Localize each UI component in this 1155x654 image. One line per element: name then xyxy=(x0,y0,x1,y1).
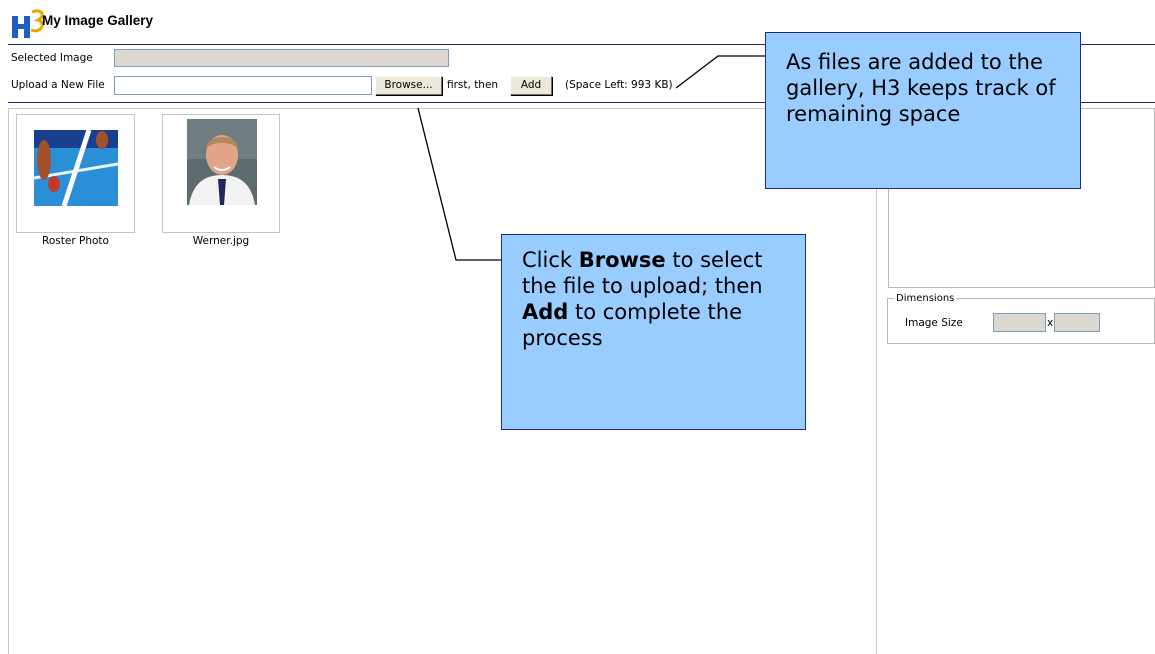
selected-image-label: Selected Image xyxy=(11,52,93,64)
gallery-item-caption: Werner.jpg xyxy=(192,235,250,247)
space-callout: As files are added to the gallery, H3 ke… xyxy=(765,32,1081,189)
gallery-item[interactable] xyxy=(162,114,280,233)
dimensions-legend: Dimensions xyxy=(894,293,957,304)
image-size-label: Image Size xyxy=(905,317,963,329)
page-title: My Image Gallery xyxy=(42,13,154,28)
add-callout-bold: Add xyxy=(522,300,569,324)
add-button[interactable]: Add xyxy=(510,76,552,95)
selected-image-field[interactable] xyxy=(114,49,449,67)
gallery-item-caption: Roster Photo xyxy=(42,235,109,247)
space-callout-leader xyxy=(675,55,767,89)
space-left-text: (Space Left: 993 KB) xyxy=(565,79,673,91)
image-height-field[interactable] xyxy=(1054,313,1100,332)
tennis-photo-icon xyxy=(34,130,118,206)
browse-callout: Click Browse to select the file to uploa… xyxy=(501,234,806,430)
browse-callout-text: Click xyxy=(522,248,579,272)
size-separator: x xyxy=(1047,317,1054,329)
browse-button[interactable]: Browse... xyxy=(375,76,442,95)
space-callout-text: As files are added to the gallery, H3 ke… xyxy=(786,50,1056,126)
image-width-field[interactable] xyxy=(993,313,1046,332)
portrait-photo-icon xyxy=(187,119,257,205)
upload-file-label: Upload a New File xyxy=(11,79,105,91)
browse-callout-bold: Browse xyxy=(578,248,666,272)
gallery-item[interactable] xyxy=(16,114,135,233)
first-then-text: first, then xyxy=(447,79,499,91)
upload-file-input[interactable] xyxy=(114,76,372,95)
